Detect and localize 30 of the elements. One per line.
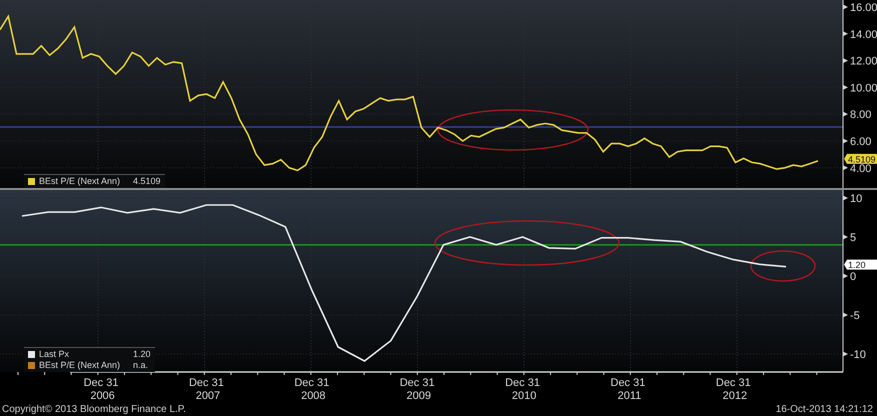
x-tick-label: Dec 31 2012 [716, 377, 751, 402]
copyright-text: Copyright© 2013 Bloomberg Finance L.P. [2, 404, 186, 416]
x-tick-label: Dec 31 2007 [188, 377, 224, 402]
legend-value: 1.20 [133, 349, 151, 360]
y-tick-label: 8.00 [850, 109, 872, 122]
y-tick-label: 4.00 [850, 162, 872, 175]
legend-value: n.a. [133, 360, 148, 371]
highlight-ellipse [750, 250, 816, 282]
x-tick-label: Dec 31 2011 [610, 377, 646, 402]
y-tick-label: 10.00 [850, 82, 877, 94]
last-value-tag: 1.20 [844, 260, 877, 270]
x-tick-label: Dec 31 2009 [400, 377, 435, 402]
y-tick-label: -5 [850, 310, 860, 322]
y-tick-label: 16.00 [850, 2, 877, 14]
timestamp-text: 16-Oct-2013 14:21:12 [776, 404, 874, 416]
legend-label: Last Px [39, 349, 70, 360]
legend-label: BEst P/E (Next Ann) [39, 360, 122, 371]
last-value-tag: 4.5109 [844, 154, 877, 164]
x-tick-label: Dec 31 2010 [505, 377, 540, 402]
y-tick-label: 14.00 [850, 28, 877, 41]
x-tick-label: Dec 31 2008 [294, 377, 330, 402]
legend-value: 4.5109 [133, 176, 161, 187]
y-tick-label: 5 [850, 232, 856, 244]
y-tick-label: 10 [850, 193, 862, 206]
x-tick-label: Dec 31 2006 [84, 377, 118, 402]
y-tick-label: 12.00 [850, 56, 877, 68]
y-tick-label: 6.00 [850, 136, 872, 148]
y-tick-label: -10 [850, 348, 866, 361]
y-tick-label: 0 [850, 271, 856, 283]
legend-label: BEst P/E (Next Ann) [39, 176, 122, 187]
